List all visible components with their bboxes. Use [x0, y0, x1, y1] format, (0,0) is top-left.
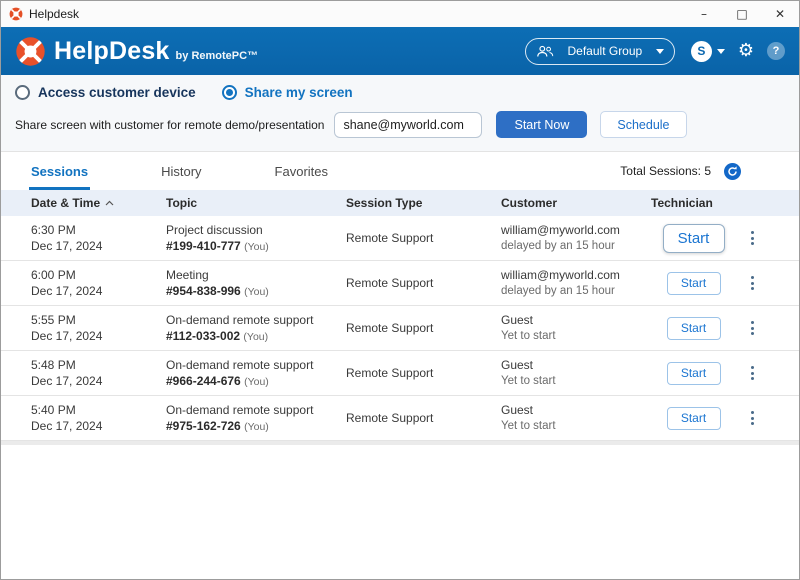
session-type: Remote Support [346, 275, 501, 291]
customer-email-input[interactable] [334, 112, 482, 138]
column-topic[interactable]: Topic [166, 196, 346, 210]
refresh-icon[interactable] [724, 163, 741, 180]
brand-byline: by RemotePC™ [176, 50, 259, 62]
account-chevron-down-icon [717, 49, 725, 54]
tab-history[interactable]: History [161, 152, 201, 190]
sort-ascending-icon [105, 200, 114, 206]
session-type: Remote Support [346, 410, 501, 426]
minimize-button[interactable]: – [685, 1, 723, 27]
brand: HelpDesk by RemotePC™ [15, 36, 525, 67]
avatar[interactable]: S [691, 41, 712, 62]
table-header: Date & Time Topic Session Type Customer … [1, 190, 799, 216]
session-datetime: 6:30 PMDec 17, 2024 [31, 222, 166, 254]
total-sessions-count: Total Sessions: 5 [620, 164, 711, 178]
row-menu-kebab-icon[interactable] [743, 272, 763, 294]
help-icon[interactable]: ? [767, 42, 785, 60]
tab-sessions[interactable]: Sessions [31, 152, 88, 190]
mode-selector: Access customer device Share my screen [15, 85, 785, 100]
brand-title: HelpDesk [54, 37, 170, 66]
app-lifebuoy-icon [9, 7, 23, 21]
group-selector-dropdown[interactable]: Default Group [525, 38, 675, 65]
session-type: Remote Support [346, 230, 501, 246]
column-customer[interactable]: Customer [501, 196, 651, 210]
chevron-down-icon [656, 49, 664, 54]
tab-bar: Sessions History Favorites Total Session… [1, 152, 799, 190]
start-session-button[interactable]: Start [667, 407, 721, 430]
tab-favorites[interactable]: Favorites [275, 152, 328, 190]
row-menu-kebab-icon[interactable] [743, 317, 763, 339]
session-setup-panel: Access customer device Share my screen S… [1, 75, 799, 152]
header-actions: S ⚙ ? [691, 41, 785, 62]
session-datetime: 5:40 PMDec 17, 2024 [31, 402, 166, 434]
session-customer: william@myworld.comdelayed by an 15 hour [501, 267, 651, 299]
helpdesk-lifebuoy-icon [15, 36, 46, 67]
session-type: Remote Support [346, 320, 501, 336]
session-customer: GuestYet to start [501, 312, 651, 344]
access-customer-device-label[interactable]: Access customer device [38, 85, 196, 100]
session-topic: Project discussion #199-410-777 (You) [166, 222, 346, 255]
session-datetime: 6:00 PMDec 17, 2024 [31, 267, 166, 299]
title-bar: Helpdesk – □ ✕ [1, 1, 799, 27]
session-row: 5:48 PMDec 17, 2024 On-demand remote sup… [1, 351, 799, 396]
share-screen-row: Share screen with customer for remote de… [15, 111, 785, 138]
settings-gear-icon[interactable]: ⚙ [738, 42, 754, 60]
start-now-button[interactable]: Start Now [496, 111, 587, 138]
share-my-screen-label[interactable]: Share my screen [245, 85, 353, 100]
start-session-button[interactable]: Start [667, 272, 721, 295]
session-customer: GuestYet to start [501, 357, 651, 389]
close-button[interactable]: ✕ [761, 1, 799, 27]
session-topic: On-demand remote support #112-033-002 (Y… [166, 312, 346, 345]
column-session-type[interactable]: Session Type [346, 196, 501, 210]
session-datetime: 5:55 PMDec 17, 2024 [31, 312, 166, 344]
session-topic: On-demand remote support #966-244-676 (Y… [166, 357, 346, 390]
start-session-button[interactable]: Start [663, 224, 725, 253]
row-menu-kebab-icon[interactable] [743, 227, 763, 249]
app-header: HelpDesk by RemotePC™ Default Group S ⚙ [1, 27, 799, 75]
start-session-button[interactable]: Start [667, 362, 721, 385]
share-screen-label: Share screen with customer for remote de… [15, 118, 324, 132]
session-row: 6:00 PMDec 17, 2024 Meeting #954-838-996… [1, 261, 799, 306]
access-customer-device-radio[interactable] [15, 85, 30, 100]
start-session-button[interactable]: Start [667, 317, 721, 340]
session-customer: GuestYet to start [501, 402, 651, 434]
window-title: Helpdesk [29, 7, 685, 21]
account-menu[interactable]: S [691, 41, 725, 62]
empty-area [1, 445, 799, 579]
session-row: 5:40 PMDec 17, 2024 On-demand remote sup… [1, 396, 799, 441]
share-my-screen-radio[interactable] [222, 85, 237, 100]
row-menu-kebab-icon[interactable] [743, 407, 763, 429]
session-type: Remote Support [346, 365, 501, 381]
app-window: Helpdesk – □ ✕ HelpDesk by RemotePC™ [0, 0, 800, 580]
session-datetime: 5:48 PMDec 17, 2024 [31, 357, 166, 389]
schedule-button[interactable]: Schedule [600, 111, 686, 138]
session-customer: william@myworld.comdelayed by an 15 hour [501, 222, 651, 254]
session-row: 6:30 PMDec 17, 2024 Project discussion #… [1, 216, 799, 261]
session-topic: Meeting #954-838-996 (You) [166, 267, 346, 300]
session-topic: On-demand remote support #975-162-726 (Y… [166, 402, 346, 435]
row-menu-kebab-icon[interactable] [743, 362, 763, 384]
session-row: 5:55 PMDec 17, 2024 On-demand remote sup… [1, 306, 799, 351]
column-date-time[interactable]: Date & Time [31, 196, 166, 210]
group-people-icon [536, 45, 554, 58]
column-technician[interactable]: Technician [651, 196, 736, 210]
maximize-button[interactable]: □ [723, 1, 761, 27]
group-selector-value: Default Group [562, 44, 648, 58]
